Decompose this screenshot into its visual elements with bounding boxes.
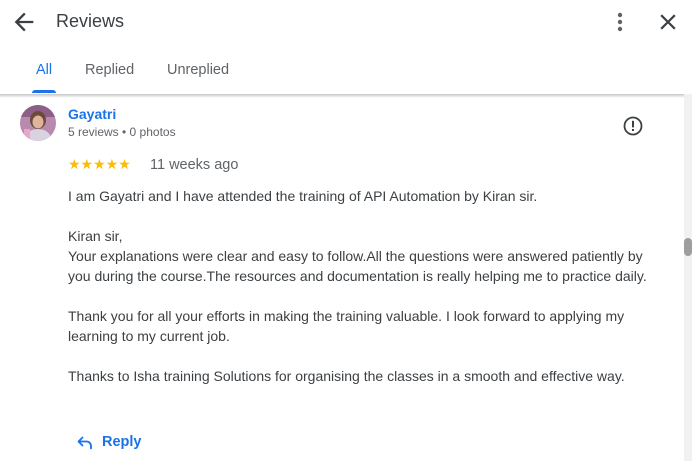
tabs-divider-shadow <box>0 94 684 98</box>
reply-label: Reply <box>102 434 142 450</box>
reviewer-name[interactable]: Gayatri <box>68 106 116 122</box>
reviewer-meta: 5 reviews • 0 photos <box>68 125 176 139</box>
review-paragraph: Thank you for all your efforts in making… <box>68 308 625 344</box>
review-paragraph: Thanks to Isha training Solutions for or… <box>68 368 625 384</box>
page-title: Reviews <box>56 11 125 31</box>
app-header: Reviews <box>0 0 692 46</box>
scrollbar-track[interactable] <box>684 94 692 461</box>
more-options-button[interactable] <box>608 9 632 35</box>
tab-unreplied[interactable]: Unreplied <box>167 62 229 78</box>
avatar-photo <box>20 105 56 141</box>
arrow-left-icon <box>14 12 34 32</box>
more-vert-icon <box>617 12 623 32</box>
review-paragraph: I am Gayatri and I have attended the tra… <box>68 188 538 204</box>
tab-all[interactable]: All <box>36 62 52 78</box>
review-body: I am Gayatri and I have attended the tra… <box>68 186 658 406</box>
review-paragraph: Kiran sir, Your explanations were clear … <box>68 228 647 284</box>
scrollbar-thumb[interactable] <box>684 238 692 256</box>
tab-replied[interactable]: Replied <box>85 62 134 78</box>
close-icon <box>660 14 676 30</box>
review-tabs: All Replied Unreplied <box>0 52 692 94</box>
close-button[interactable] <box>655 9 681 35</box>
star-rating: ★★★★★ <box>68 156 131 172</box>
alert-circle-icon <box>623 116 643 136</box>
reviewer-avatar[interactable] <box>20 105 56 141</box>
back-button[interactable] <box>10 8 38 36</box>
active-tab-indicator <box>32 90 56 93</box>
report-review-button[interactable] <box>622 115 644 137</box>
review-time: 11 weeks ago <box>150 157 239 173</box>
reply-icon <box>77 436 92 450</box>
